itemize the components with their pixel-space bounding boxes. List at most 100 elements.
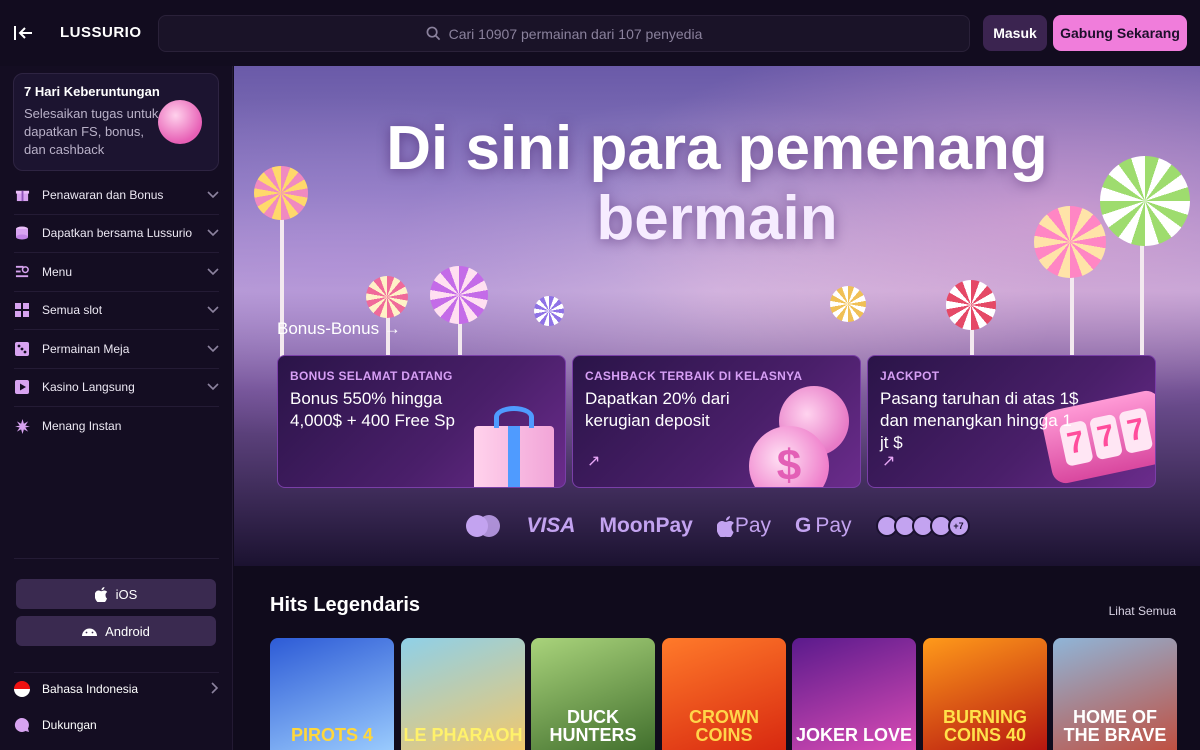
bonuses-link[interactable]: Bonus-Bonus → — [277, 319, 401, 339]
apple-icon — [716, 515, 734, 537]
sidebar-item-slots[interactable]: Semua slot — [14, 292, 219, 330]
sidebar-item-live-casino[interactable]: Kasino Langsung — [14, 369, 219, 407]
indonesia-flag-icon — [14, 681, 30, 697]
card-label: BONUS SELAMAT DATANG — [290, 369, 453, 383]
android-label: Android — [105, 623, 150, 639]
game-tile-pirots-4[interactable]: PIROTS 4 — [270, 638, 394, 750]
google-pay-logo: G Pay — [795, 514, 852, 538]
google-g-icon: G — [795, 514, 812, 537]
ios-app-button[interactable]: iOS — [16, 579, 216, 609]
arrow-up-right-icon: ↗ — [587, 453, 601, 470]
moonpay-logo: MoonPay — [599, 514, 693, 537]
support-label: Dukungan — [42, 718, 97, 732]
chevron-down-icon — [207, 303, 219, 317]
sidebar-item-menu[interactable]: Menu — [14, 253, 219, 292]
search-placeholder: Cari 10907 permainan dari 107 penyedia — [448, 25, 703, 42]
bonus-card-cashback[interactable]: CASHBACK TERBAIK DI KELASNYA Dapatkan 20… — [572, 355, 861, 488]
chevron-down-icon — [207, 226, 219, 240]
sidebar-item-label: Permainan Meja — [42, 341, 130, 356]
sidebar-item-offers[interactable]: Penawaran dan Bonus — [14, 176, 219, 215]
game-title: JOKER LOVE — [795, 725, 913, 745]
sidebar-item-label: Dapatkan bersama Lussurio — [42, 226, 193, 241]
payment-methods: VISA MoonPay Pay G Pay +7 — [234, 506, 1200, 546]
promo-title: 7 Hari Keberuntungan — [24, 84, 160, 99]
visa-logo: VISA — [526, 514, 576, 537]
burst-icon — [14, 418, 30, 434]
game-title: CROWN COINS — [689, 707, 759, 745]
join-button[interactable]: Gabung Sekarang — [1053, 15, 1187, 51]
chat-icon — [14, 717, 30, 733]
chevron-down-icon — [207, 342, 219, 356]
sidebar-item-label: Menu — [42, 264, 73, 279]
hero-title-line1: Di sini para pemenang — [386, 114, 1048, 183]
lucky-days-promo[interactable]: 7 Hari Keberuntungan Selesaikan tugas un… — [13, 73, 219, 171]
game-title: BURNING COINS 40 — [943, 707, 1027, 745]
divider — [14, 672, 219, 673]
mastercard-icon — [464, 514, 502, 538]
gift-icon — [14, 187, 30, 203]
login-button[interactable]: Masuk — [983, 15, 1047, 51]
support-link[interactable]: Dukungan — [14, 714, 219, 736]
hits-section-title: Hits Legendaris — [270, 594, 421, 616]
hero-title-line2: bermain — [596, 184, 838, 253]
sidebar-item-label: Penawaran dan Bonus — [42, 187, 164, 202]
game-title: HOME OF THE BRAVE — [1063, 707, 1167, 745]
sidebar-item-label: Semua slot — [42, 303, 103, 318]
gift-icon — [474, 406, 560, 487]
game-tile-duck-hunters[interactable]: DUCK HUNTERS — [531, 638, 655, 750]
chevron-down-icon — [207, 380, 219, 394]
sidebar-item-instant-win[interactable]: Menang Instan — [14, 407, 219, 446]
card-label: JACKPOT — [880, 369, 940, 383]
chevron-right-icon — [211, 681, 219, 697]
gift-box-icon — [158, 100, 202, 144]
android-icon — [82, 628, 98, 636]
card-label: CASHBACK TERBAIK DI KELASNYA — [585, 369, 803, 383]
search-icon — [426, 26, 440, 41]
sidebar-item-earn[interactable]: Dapatkan bersama Lussurio — [14, 215, 219, 253]
coins-icon — [14, 225, 30, 241]
ios-label: iOS — [115, 586, 138, 602]
dice-icon — [14, 341, 30, 357]
hero-banner: Di sini para pemenang bermain Bonus-Bonu… — [234, 66, 1200, 566]
grid-icon — [14, 302, 30, 318]
divider — [14, 558, 219, 559]
apple-pay-logo: Pay — [716, 514, 771, 538]
card-text: Bonus 550% hingga 4,000$ + 400 Free Sp — [290, 389, 455, 430]
android-app-button[interactable]: Android — [16, 616, 216, 646]
more-crypto-badge: +7 — [947, 515, 970, 537]
card-text: Pasang taruhan di atas 1$ dan menangkan … — [880, 389, 1079, 452]
language-selector[interactable]: Bahasa Indonesia — [14, 678, 219, 700]
game-title: PIROTS 4 — [290, 725, 374, 745]
card-text: Dapatkan 20% dari kerugian deposit — [585, 389, 730, 430]
bonus-card-jackpot[interactable]: JACKPOT Pasang taruhan di atas 1$ dan me… — [867, 355, 1156, 488]
logo[interactable]: LUSSURIO — [60, 24, 142, 41]
sidebar-item-table-games[interactable]: Permainan Meja — [14, 330, 219, 369]
game-tile-le-pharaoh[interactable]: LE PHARAOH — [401, 638, 525, 750]
collapse-sidebar-icon[interactable] — [12, 22, 34, 44]
search-input[interactable]: Cari 10907 permainan dari 107 penyedia — [158, 15, 970, 52]
promo-description: Selesaikan tugas untuk dapatkan FS, bonu… — [24, 106, 159, 157]
game-tile-joker-love[interactable]: JOKER LOVE — [792, 638, 916, 750]
game-tile-home-of-the-brave[interactable]: HOME OF THE BRAVE — [1053, 638, 1177, 750]
bonus-card-welcome[interactable]: BONUS SELAMAT DATANG Bonus 550% hingga 4… — [277, 355, 566, 488]
menu-search-icon — [14, 264, 30, 280]
play-icon — [14, 379, 30, 395]
game-tile-crown-coins[interactable]: CROWN COINS — [662, 638, 786, 750]
game-title: LE PHARAOH — [403, 725, 523, 745]
see-all-link[interactable]: Lihat Semua — [1109, 604, 1176, 618]
sidebar: 7 Hari Keberuntungan Selesaikan tugas un… — [0, 66, 233, 750]
google-pay-label: Pay — [815, 514, 852, 537]
sidebar-item-label: Menang Instan — [42, 419, 122, 434]
apple-pay-label: Pay — [734, 514, 771, 537]
chevron-down-icon — [207, 265, 219, 279]
sidebar-nav: Penawaran dan Bonus Dapatkan bersama Lus… — [0, 176, 233, 446]
language-label: Bahasa Indonesia — [42, 682, 139, 696]
arrow-up-right-icon: ↗ — [882, 453, 896, 470]
game-tile-burning-coins-40[interactable]: BURNING COINS 40 — [923, 638, 1047, 750]
top-bar: LUSSURIO Cari 10907 permainan dari 107 p… — [0, 0, 1200, 66]
sidebar-item-label: Kasino Langsung — [42, 380, 135, 395]
hero-title: Di sini para pemenang bermain — [234, 114, 1200, 254]
chevron-down-icon — [207, 188, 219, 202]
crypto-icons: +7 — [875, 515, 970, 537]
game-title: DUCK HUNTERS — [549, 707, 637, 745]
